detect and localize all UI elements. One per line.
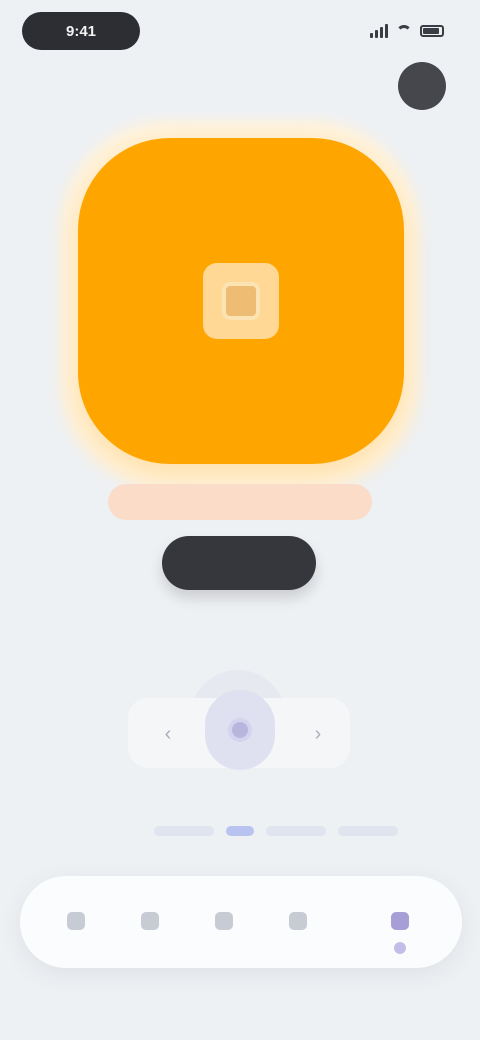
- signal-icon: [370, 24, 388, 38]
- square-icon: [203, 263, 279, 339]
- grid-icon: [215, 912, 233, 930]
- avatar[interactable]: [398, 62, 446, 110]
- status-time: 9:41: [22, 12, 140, 50]
- chevron-left-icon[interactable]: ‹: [150, 716, 186, 752]
- status-icons: [370, 22, 444, 40]
- nav-item-home[interactable]: [46, 894, 106, 952]
- primary-button[interactable]: [162, 536, 316, 590]
- nav-active-indicator: [394, 942, 406, 954]
- chevron-right-icon[interactable]: ›: [300, 716, 336, 752]
- nav-item-notifications[interactable]: [268, 894, 328, 952]
- square-icon-inner: [222, 282, 260, 320]
- wifi-icon: [396, 25, 412, 37]
- nav-item-grid[interactable]: [194, 894, 254, 952]
- page-indicator[interactable]: [338, 826, 398, 836]
- nav-item-explore[interactable]: [120, 894, 180, 952]
- profile-icon: [391, 912, 409, 930]
- page-indicator[interactable]: [154, 826, 214, 836]
- app-screen: 9:41 ‹ ›: [0, 0, 480, 1040]
- hero-caption: [108, 484, 372, 520]
- page-indicator-active[interactable]: [226, 826, 254, 836]
- page-indicator[interactable]: [266, 826, 326, 836]
- record-icon: [228, 718, 252, 742]
- bell-icon: [289, 912, 307, 930]
- record-button[interactable]: [205, 690, 275, 770]
- battery-icon: [420, 25, 444, 37]
- home-icon: [67, 912, 85, 930]
- compass-icon: [141, 912, 159, 930]
